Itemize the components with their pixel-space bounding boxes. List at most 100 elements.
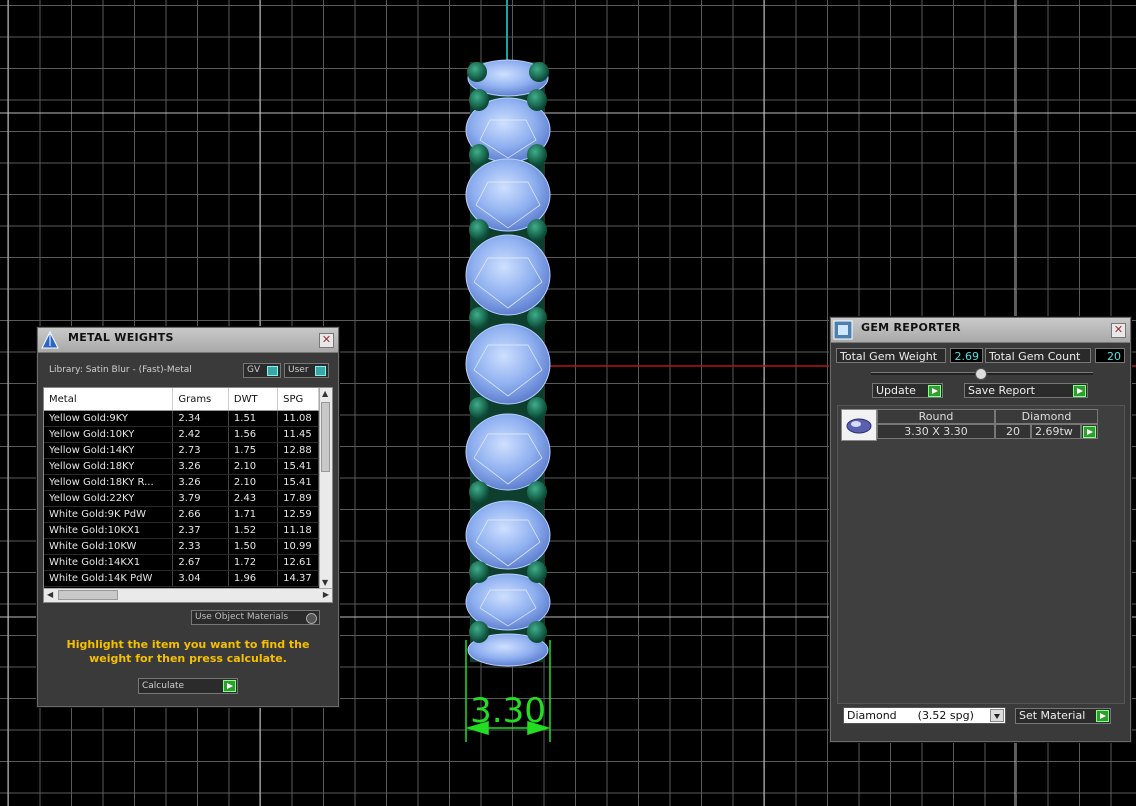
scroll-left-icon[interactable]: ◀ xyxy=(47,590,53,599)
gem-reporter-panel: GEM REPORTER ✕ Total Gem Weight 2.69 Tot… xyxy=(830,317,1131,742)
column-header-metal[interactable]: Metal xyxy=(44,388,174,411)
toggle-icon xyxy=(315,366,326,376)
total-gem-count-value: 20 xyxy=(1095,348,1125,363)
gem-count: 20 xyxy=(995,424,1031,439)
table-cell: 1.75 xyxy=(228,442,279,459)
scroll-thumb[interactable] xyxy=(321,402,330,472)
table-row[interactable]: Yellow Gold:18KY 3.26 2.10 15.41 xyxy=(44,458,319,475)
table-cell: 12.88 xyxy=(277,442,319,459)
scroll-up-icon[interactable]: ▲ xyxy=(322,389,328,398)
table-cell: Yellow Gold:22KY xyxy=(44,490,174,507)
metal-table[interactable]: Metal Grams DWT SPG Yellow Gold:9KY 2.34 1… xyxy=(43,387,333,603)
user-toggle[interactable]: User xyxy=(284,363,329,378)
table-cell: 1.71 xyxy=(228,506,279,523)
column-header-grams[interactable]: Grams xyxy=(172,388,229,411)
table-row[interactable]: White Gold:10KW 2.33 1.50 10.99 xyxy=(44,538,319,555)
table-cell: White Gold:10KW xyxy=(44,538,174,555)
table-cell: 2.33 xyxy=(172,538,229,555)
update-button[interactable]: Update xyxy=(872,383,943,398)
table-cell: White Gold:14K PdW xyxy=(44,570,174,587)
column-header-dwt[interactable]: DWT xyxy=(228,388,279,411)
table-cell: 2.10 xyxy=(228,474,279,491)
close-icon[interactable]: ✕ xyxy=(1111,323,1126,338)
table-cell: 2.66 xyxy=(172,506,229,523)
table-cell: Yellow Gold:14KY xyxy=(44,442,174,459)
table-cell: 2.43 xyxy=(228,490,279,507)
table-cell: 10.99 xyxy=(277,538,319,555)
use-object-materials-option[interactable]: Use Object Materials xyxy=(191,610,320,625)
metal-weights-panel: METAL WEIGHTS ✕ Library: Satin Blur - (F… xyxy=(37,327,339,707)
table-cell: 2.73 xyxy=(172,442,229,459)
table-cell: 12.59 xyxy=(277,506,319,523)
table-cell: 1.96 xyxy=(228,570,279,587)
scroll-right-icon[interactable]: ▶ xyxy=(323,590,329,599)
slider-knob[interactable] xyxy=(975,368,987,380)
table-cell: Yellow Gold:10KY xyxy=(44,426,174,443)
chevron-down-icon[interactable] xyxy=(990,709,1004,722)
play-arrow-icon xyxy=(1073,385,1086,397)
play-arrow-icon xyxy=(223,680,236,692)
gem-reporter-titlebar[interactable]: GEM REPORTER ✕ xyxy=(831,318,1130,343)
table-cell: White Gold:14KX1 xyxy=(44,554,174,571)
table-row[interactable]: White Gold:14K PdW 3.04 1.96 14.37 xyxy=(44,570,319,587)
total-gem-weight-value: 2.69 xyxy=(950,348,983,363)
table-cell: 3.26 xyxy=(172,458,229,475)
table-row[interactable]: Yellow Gold:9KY 2.34 1.51 11.08 xyxy=(44,410,319,427)
metal-weights-titlebar[interactable]: METAL WEIGHTS ✕ xyxy=(38,328,338,353)
gem-row-action[interactable] xyxy=(1081,424,1098,439)
scale-icon xyxy=(41,330,59,349)
table-cell: White Gold:9K PdW xyxy=(44,506,174,523)
size-slider[interactable] xyxy=(871,368,1093,380)
table-cell: 1.51 xyxy=(228,410,279,427)
radio-icon[interactable] xyxy=(306,613,317,624)
table-cell: Yellow Gold:18KY xyxy=(44,458,174,475)
table-cell: 1.56 xyxy=(228,426,279,443)
table-cell: 15.41 xyxy=(277,474,319,491)
table-row[interactable]: Yellow Gold:14KY 2.73 1.75 12.88 xyxy=(44,442,319,459)
table-row[interactable]: White Gold:9K PdW 2.66 1.71 12.59 xyxy=(44,506,319,523)
table-cell: 3.26 xyxy=(172,474,229,491)
horizontal-scrollbar[interactable]: ◀ ▶ xyxy=(44,588,332,602)
table-row[interactable]: Yellow Gold:22KY 3.79 2.43 17.89 xyxy=(44,490,319,507)
table-cell: 2.67 xyxy=(172,554,229,571)
close-icon[interactable]: ✕ xyxy=(319,333,334,348)
table-cell: 11.08 xyxy=(277,410,319,427)
table-cell: Yellow Gold:18KY R... xyxy=(44,474,174,491)
gem-thumbnail[interactable] xyxy=(841,409,877,441)
instruction-text: Highlight the item you want to find the … xyxy=(66,638,310,665)
table-row[interactable]: Yellow Gold:18KY R... 3.26 2.10 15.41 xyxy=(44,474,319,491)
table-row[interactable]: White Gold:14KX1 2.67 1.72 12.61 xyxy=(44,554,319,571)
play-arrow-icon xyxy=(1083,426,1096,438)
set-material-button[interactable]: Set Material xyxy=(1015,708,1111,724)
table-cell: 2.10 xyxy=(228,458,279,475)
gem-report-icon xyxy=(833,320,853,340)
table-cell: 2.42 xyxy=(172,426,229,443)
column-header-spg[interactable]: SPG xyxy=(277,388,319,411)
table-cell: 15.41 xyxy=(277,458,319,475)
library-label: Library: Satin Blur - (Fast)-Metal xyxy=(49,365,192,375)
gv-toggle[interactable]: GV xyxy=(243,363,281,378)
vertical-scrollbar[interactable]: ▲ ▼ xyxy=(319,388,332,588)
table-row[interactable]: Yellow Gold:10KY 2.42 1.56 11.45 xyxy=(44,426,319,443)
play-arrow-icon xyxy=(928,385,941,397)
material-select[interactable]: Diamond (3.52 spg) xyxy=(843,707,1006,724)
table-cell: 2.37 xyxy=(172,522,229,539)
metal-weights-title: METAL WEIGHTS xyxy=(68,331,174,344)
scroll-down-icon[interactable]: ▼ xyxy=(322,578,328,587)
table-row[interactable]: White Gold:10KX1 2.37 1.52 11.18 xyxy=(44,522,319,539)
toggle-icon xyxy=(267,366,278,376)
table-cell: 11.18 xyxy=(277,522,319,539)
calculate-button[interactable]: Calculate xyxy=(138,678,238,694)
round-diamond-icon xyxy=(846,418,872,434)
table-cell: 11.45 xyxy=(277,426,319,443)
table-cell: 12.61 xyxy=(277,554,319,571)
table-cell: 1.50 xyxy=(228,538,279,555)
scroll-thumb[interactable] xyxy=(58,590,118,600)
table-cell: 14.37 xyxy=(277,570,319,587)
save-report-button[interactable]: Save Report xyxy=(964,383,1088,398)
table-cell: 3.04 xyxy=(172,570,229,587)
gem-list[interactable]: Round Diamond 3.30 X 3.30 20 2.69tw xyxy=(837,405,1125,704)
table-cell: Yellow Gold:9KY xyxy=(44,410,174,427)
table-cell: 17.89 xyxy=(277,490,319,507)
table-cell: 1.72 xyxy=(228,554,279,571)
